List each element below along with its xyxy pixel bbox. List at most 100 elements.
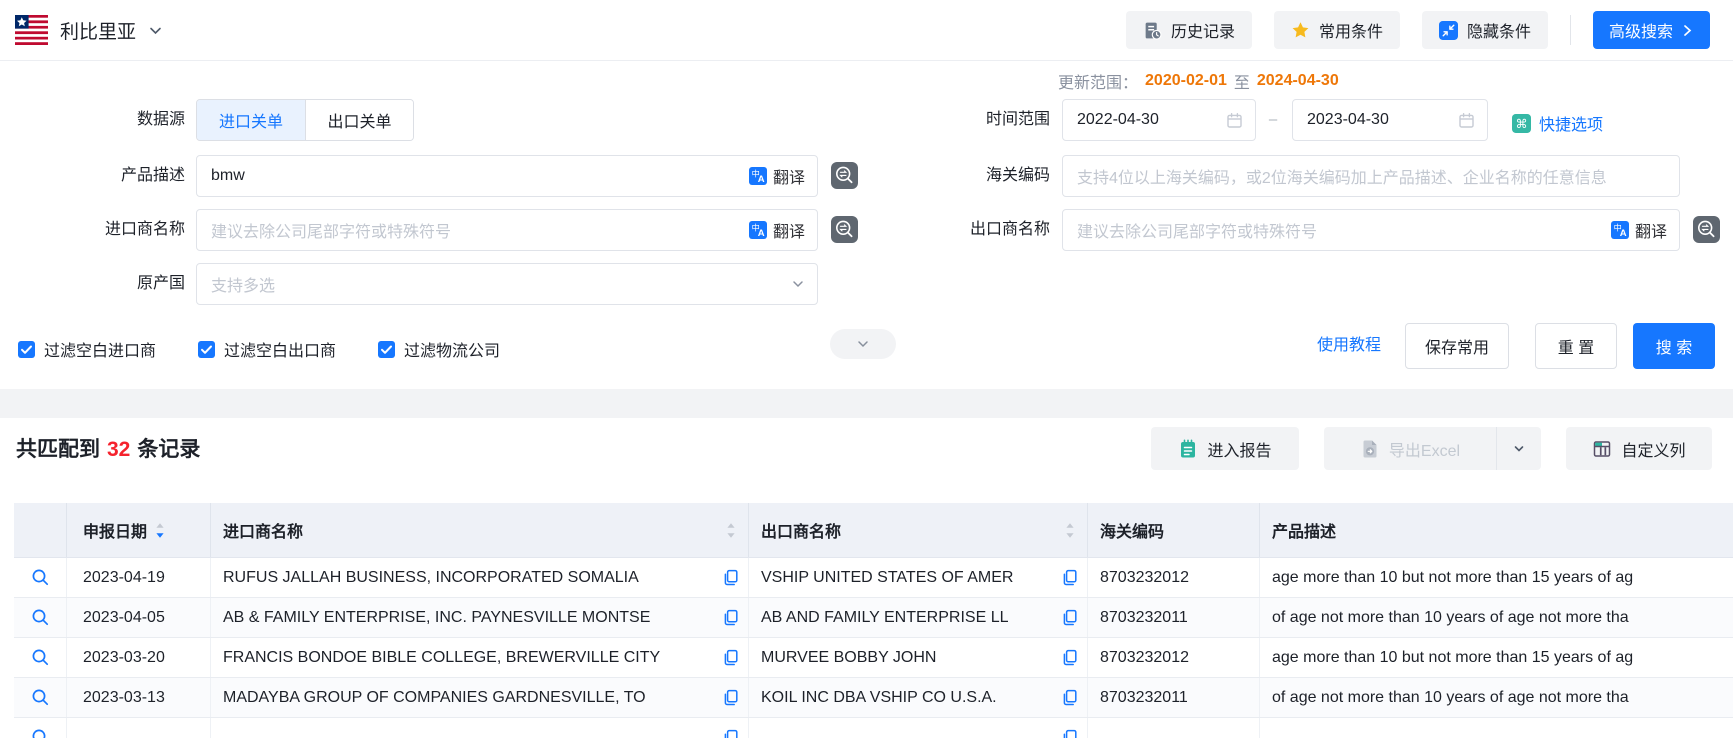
- hs-code-cell: 8703232012: [1088, 558, 1260, 597]
- search-button[interactable]: 搜 索: [1633, 323, 1715, 369]
- table-row: 2023-03-13 MADAYBA GROUP OF COMPANIES GA…: [14, 678, 1733, 718]
- exporter-name[interactable]: AB AND FAMILY ENTERPRISE LL: [761, 609, 1055, 627]
- tab-import-declarations[interactable]: 进口关单: [197, 100, 305, 140]
- hs-code-placeholder: 支持4位以上海关编码，或2位海关编码加上产品描述、企业名称的任意信息: [1077, 164, 1667, 188]
- chevron-down-icon: [1512, 442, 1526, 456]
- product-description-cell: age more than 10 but not more than 15 ye…: [1260, 638, 1733, 677]
- origin-country-select[interactable]: 支持多选: [196, 263, 818, 305]
- checkbox-label: 过滤空白进口商: [44, 337, 156, 361]
- product-description-input[interactable]: bmw 中A 翻译: [196, 155, 818, 197]
- copy-icon[interactable]: [1061, 569, 1078, 586]
- summary-suffix: 条记录: [137, 438, 200, 461]
- sort-carets-icon[interactable]: [155, 522, 165, 539]
- importer-name[interactable]: AB & FAMILY ENTERPRISE, INC. PAYNESVILLE…: [223, 609, 716, 627]
- enter-report-label: 进入报告: [1207, 437, 1271, 461]
- copy-icon[interactable]: [1061, 729, 1078, 738]
- fuzzy-match-icon[interactable]: [831, 162, 858, 189]
- copy-icon[interactable]: [722, 569, 739, 586]
- translate-button[interactable]: 中A 翻译: [749, 164, 805, 188]
- exporter-name[interactable]: KOIL INC DBA VSHIP CO U.S.A.: [761, 689, 1055, 707]
- enter-report-button[interactable]: 进入报告: [1151, 427, 1299, 470]
- importer-name[interactable]: FRANCIS BONDOE BIBLE COLLEGE, BREWERVILL…: [223, 649, 716, 667]
- importer-name[interactable]: RUFUS JALLAH BUSINESS, INCORPORATED SOMA…: [223, 569, 716, 587]
- translate-button[interactable]: 中A 翻译: [749, 218, 805, 242]
- export-excel-button[interactable]: 导出Excel: [1324, 427, 1496, 470]
- chevron-down-icon: [791, 277, 805, 291]
- chevron-right-icon: [1681, 24, 1694, 37]
- importer-name-input[interactable]: 建议去除公司尾部字符或特殊符号 中A 翻译: [196, 209, 818, 251]
- search-icon[interactable]: [31, 688, 50, 707]
- export-options-dropdown[interactable]: [1496, 427, 1541, 470]
- copy-icon[interactable]: [722, 609, 739, 626]
- results-summary: 共匹配到32条记录: [16, 433, 200, 463]
- table-row: 2023-04-19 RUFUS JALLAH BUSINESS, INCORP…: [14, 558, 1733, 598]
- summary-prefix: 共匹配到: [16, 438, 100, 461]
- search-icon[interactable]: [31, 728, 50, 738]
- export-file-icon: [1360, 439, 1380, 459]
- filter-blank-importer-checkbox[interactable]: 过滤空白进口商: [18, 337, 156, 361]
- favorites-button[interactable]: 常用条件: [1274, 11, 1400, 49]
- search-icon[interactable]: [31, 608, 50, 627]
- save-common-button[interactable]: 保存常用: [1405, 323, 1509, 369]
- product-description-cell: [1260, 718, 1733, 738]
- date-from-input[interactable]: 2022-04-30: [1062, 99, 1256, 141]
- origin-country-placeholder: 支持多选: [211, 272, 791, 296]
- table-header-row: 申报日期 进口商名称 出口商: [14, 503, 1733, 558]
- importer-name[interactable]: MADAYBA GROUP OF COMPANIES GARDNESVILLE,…: [223, 689, 716, 707]
- translate-button[interactable]: 中A 翻译: [1611, 218, 1667, 242]
- country-selector[interactable]: 利比里亚: [15, 15, 163, 45]
- filter-blank-exporter-checkbox[interactable]: 过滤空白出口商: [198, 337, 336, 361]
- declaration-date-cell: [67, 718, 211, 738]
- hide-conditions-button-label: 隐藏条件: [1467, 18, 1531, 42]
- hs-code-cell: 8703232011: [1088, 678, 1260, 717]
- advanced-search-button[interactable]: 高级搜索: [1593, 11, 1710, 49]
- page: 利比里亚 历史记录: [0, 0, 1733, 738]
- datasource-tabs: 进口关单 出口关单: [196, 99, 414, 141]
- table-row: 2023-04-05 AB & FAMILY ENTERPRISE, INC. …: [14, 598, 1733, 638]
- copy-icon[interactable]: [722, 689, 739, 706]
- history-icon: [1143, 21, 1162, 40]
- search-icon[interactable]: [31, 648, 50, 667]
- command-icon: ⌘: [1512, 114, 1531, 133]
- history-button-label: 历史记录: [1171, 18, 1235, 42]
- product-description: age more than 10 but not more than 15 ye…: [1272, 569, 1733, 587]
- quick-options-button[interactable]: ⌘ 快捷选项: [1512, 111, 1603, 135]
- translate-icon: 中A: [1611, 221, 1629, 239]
- hs-code-input[interactable]: 支持4位以上海关编码，或2位海关编码加上产品描述、企业名称的任意信息: [1062, 155, 1680, 197]
- reset-button[interactable]: 重 置: [1535, 323, 1617, 369]
- topbar: 利比里亚 历史记录: [0, 0, 1733, 61]
- update-range: 更新范围： 2020-02-01 至 2024-04-30: [1058, 69, 1339, 93]
- fuzzy-match-icon[interactable]: [1693, 216, 1720, 243]
- copy-icon[interactable]: [1061, 609, 1078, 626]
- fuzzy-match-icon[interactable]: [831, 216, 858, 243]
- copy-icon[interactable]: [722, 729, 739, 738]
- column-header-product-description: 产品描述: [1260, 503, 1733, 557]
- column-header-exporter-name[interactable]: 出口商名称: [749, 503, 1088, 557]
- hide-conditions-button[interactable]: 隐藏条件: [1422, 11, 1548, 49]
- column-header-declaration-date[interactable]: 申报日期: [67, 503, 211, 557]
- tutorial-link[interactable]: 使用教程: [1317, 323, 1381, 369]
- copy-icon[interactable]: [1061, 649, 1078, 666]
- checkbox-checked-icon: [18, 341, 35, 358]
- copy-icon[interactable]: [722, 649, 739, 666]
- column-header-importer-name[interactable]: 进口商名称: [211, 503, 749, 557]
- filter-logistics-checkbox[interactable]: 过滤物流公司: [378, 337, 500, 361]
- importer-name-cell: AB & FAMILY ENTERPRISE, INC. PAYNESVILLE…: [211, 598, 749, 637]
- exporter-name-input[interactable]: 建议去除公司尾部字符或特殊符号 中A 翻译: [1062, 209, 1680, 251]
- customize-columns-button[interactable]: 自定义列: [1566, 427, 1712, 470]
- search-icon[interactable]: [31, 568, 50, 587]
- origin-country-label: 原产国: [0, 263, 185, 305]
- product-description-label: 产品描述: [0, 155, 185, 197]
- history-button[interactable]: 历史记录: [1126, 11, 1252, 49]
- date-to-input[interactable]: 2023-04-30: [1292, 99, 1488, 141]
- exporter-name[interactable]: MURVEE BOBBY JOHN: [761, 649, 1055, 667]
- collapse-panel-button[interactable]: [830, 329, 896, 359]
- copy-icon[interactable]: [1061, 689, 1078, 706]
- translate-button-label: 翻译: [773, 164, 805, 188]
- sort-carets-icon[interactable]: [1065, 522, 1075, 539]
- tab-export-declarations[interactable]: 出口关单: [305, 100, 413, 140]
- sort-carets-icon[interactable]: [726, 522, 736, 539]
- exporter-name[interactable]: VSHIP UNITED STATES OF AMER: [761, 569, 1055, 587]
- hs-code: 8703232011: [1100, 609, 1188, 627]
- results-panel: 共匹配到32条记录 进入报告 导出Excel: [0, 418, 1733, 738]
